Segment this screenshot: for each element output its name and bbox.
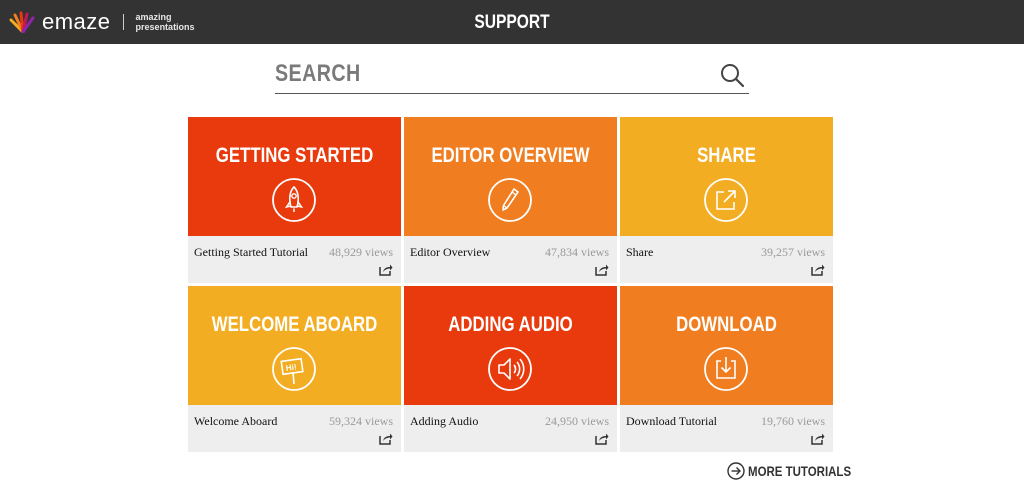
card-name[interactable]: Download Tutorial <box>626 414 717 429</box>
share-arrow-icon <box>704 178 748 222</box>
card-footer: Adding Audio 24,950 views <box>404 405 617 452</box>
card-title: ADDING AUDIO <box>448 313 573 336</box>
card-banner[interactable]: WELCOME ABOARD Hi! <box>188 286 401 405</box>
more-tutorials-label: MORE TUTORIALS <box>748 463 852 479</box>
card-title: WELCOME ABOARD <box>211 313 378 336</box>
tutorial-card-download[interactable]: DOWNLOAD Download Tutorial 19,760 views <box>620 286 833 452</box>
peacock-logo-icon <box>9 11 35 33</box>
view-count: 59,324 views <box>329 414 393 428</box>
search-icon[interactable] <box>719 62 745 88</box>
share-icon[interactable] <box>379 263 393 276</box>
card-name[interactable]: Editor Overview <box>410 245 490 260</box>
card-name[interactable]: Getting Started Tutorial <box>194 245 308 260</box>
share-icon[interactable] <box>379 432 393 445</box>
card-title: SHARE <box>697 144 756 167</box>
share-icon[interactable] <box>595 432 609 445</box>
pencil-icon <box>488 178 532 222</box>
view-count: 19,760 views <box>761 414 825 428</box>
card-banner[interactable]: DOWNLOAD <box>620 286 833 405</box>
tutorial-card-share[interactable]: SHARE Share 39,257 views <box>620 117 833 283</box>
card-banner[interactable]: GETTING STARTED <box>188 117 401 236</box>
view-count: 39,257 views <box>761 245 825 259</box>
card-name[interactable]: Adding Audio <box>410 414 478 429</box>
view-count: 47,834 views <box>545 245 609 259</box>
card-footer: Editor Overview 47,834 views <box>404 236 617 283</box>
tutorial-card-editor-overview[interactable]: EDITOR OVERVIEW Editor Overview 47,834 v… <box>404 117 617 283</box>
arrow-circle-icon <box>727 462 745 480</box>
tutorial-card-getting-started[interactable]: GETTING STARTED Getting Started Tutorial… <box>188 117 401 283</box>
rocket-icon <box>272 178 316 222</box>
speaker-icon <box>488 347 532 391</box>
card-footer: Getting Started Tutorial 48,929 views <box>188 236 401 283</box>
more-tutorials-link[interactable]: MORE TUTORIALS <box>727 461 874 481</box>
share-icon[interactable] <box>811 432 825 445</box>
card-title: DOWNLOAD <box>676 313 777 336</box>
card-footer: Download Tutorial 19,760 views <box>620 405 833 452</box>
card-name[interactable]: Welcome Aboard <box>194 414 277 429</box>
card-banner[interactable]: EDITOR OVERVIEW <box>404 117 617 236</box>
page-title: SUPPORT <box>474 12 550 33</box>
search-input[interactable] <box>275 58 620 90</box>
tutorial-grid: GETTING STARTED Getting Started Tutorial… <box>188 117 833 452</box>
card-footer: Share 39,257 views <box>620 236 833 283</box>
view-count: 48,929 views <box>329 245 393 259</box>
sign-text: Hi! <box>285 362 297 372</box>
search-bar <box>275 58 749 94</box>
card-footer: Welcome Aboard 59,324 views <box>188 405 401 452</box>
download-icon <box>704 347 748 391</box>
tutorial-card-welcome-aboard[interactable]: WELCOME ABOARD Hi! Welcome Aboard 59,324… <box>188 286 401 452</box>
card-banner[interactable]: ADDING AUDIO <box>404 286 617 405</box>
view-count: 24,950 views <box>545 414 609 428</box>
tutorial-card-adding-audio[interactable]: ADDING AUDIO Adding Audio 24,950 views <box>404 286 617 452</box>
top-bar: emaze amazing presentations SUPPORT <box>0 0 1024 44</box>
sign-icon: Hi! <box>272 347 316 391</box>
share-icon[interactable] <box>595 263 609 276</box>
card-name[interactable]: Share <box>626 245 653 260</box>
card-title: EDITOR OVERVIEW <box>431 144 590 167</box>
share-icon[interactable] <box>811 263 825 276</box>
card-banner[interactable]: SHARE <box>620 117 833 236</box>
card-title: GETTING STARTED <box>215 144 374 167</box>
